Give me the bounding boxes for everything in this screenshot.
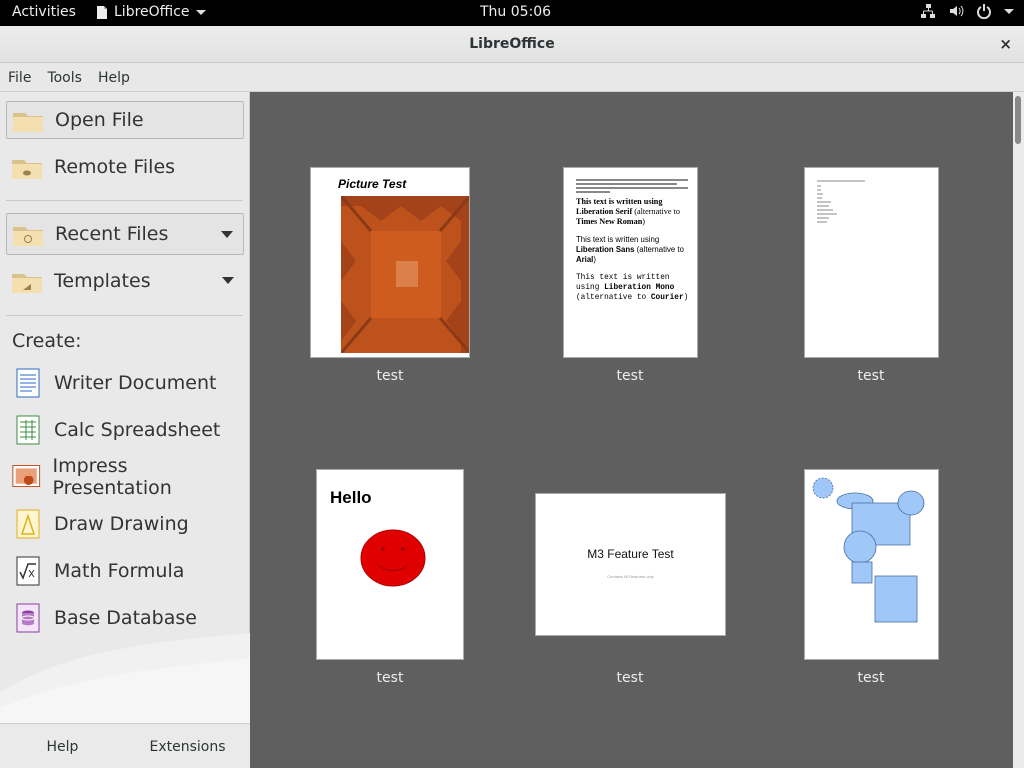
document-icon (97, 5, 107, 19)
chevron-down-icon (1004, 8, 1014, 14)
volume-icon (950, 5, 964, 17)
create-calc-spreadsheet[interactable]: Calc Spreadsheet (6, 409, 244, 451)
divider (6, 200, 243, 201)
recent-document-label[interactable]: test (791, 670, 951, 686)
recent-document-thumbnail[interactable] (804, 167, 939, 358)
open-file-button[interactable]: Open File (6, 101, 244, 139)
recent-document-label[interactable]: test (550, 670, 710, 686)
writer-icon (16, 368, 40, 398)
create-item-label: Math Formula (54, 560, 185, 582)
remote-files-label: Remote Files (54, 156, 176, 178)
preview-title: M3 Feature Test (587, 547, 674, 561)
create-item-label: Base Database (54, 607, 197, 629)
recent-documents-view: Picture Test test This text is written u… (250, 92, 1013, 768)
preview-shapes (812, 477, 925, 623)
remote-files-button[interactable]: Remote Files (6, 146, 244, 188)
close-button[interactable]: × (999, 35, 1012, 53)
app-menu-label: LibreOffice (114, 4, 190, 20)
create-label: Create: (12, 330, 82, 352)
recent-document-thumbnail[interactable]: Hello (316, 469, 464, 660)
recent-document-thumbnail[interactable]: M3 Feature Test Contains M3 features onl… (535, 493, 726, 636)
decorative-wave (0, 633, 250, 723)
create-item-label: Draw Drawing (54, 513, 189, 535)
recent-folder-icon (13, 227, 43, 246)
activities-button[interactable]: Activities (12, 4, 76, 20)
base-icon (16, 603, 40, 633)
recent-document-thumbnail[interactable] (804, 469, 939, 660)
divider (6, 315, 243, 316)
system-menu[interactable] (920, 3, 1014, 19)
clock[interactable]: Thu 05:06 (480, 4, 551, 20)
create-draw-drawing[interactable]: Draw Drawing (6, 503, 244, 545)
window-title: LibreOffice (469, 36, 555, 52)
start-center-sidebar: Open File Remote Files Recent Files Temp… (0, 92, 250, 768)
window-titlebar: LibreOffice × (0, 26, 1024, 63)
recent-document-label[interactable]: test (791, 368, 951, 384)
templates-label: Templates (54, 270, 151, 292)
math-icon (16, 556, 40, 586)
preview-fine-print (576, 179, 688, 193)
draw-icon (16, 509, 40, 539)
preview-title: Hello (330, 488, 372, 507)
create-writer-document[interactable]: Writer Document (6, 362, 244, 404)
menubar: File Tools Help (0, 63, 1024, 92)
menu-file[interactable]: File (0, 63, 39, 91)
preview-title: Picture Test (338, 177, 407, 191)
scrollbar-thumb[interactable] (1015, 96, 1021, 144)
menu-help[interactable]: Help (90, 63, 138, 91)
calc-icon (16, 415, 40, 445)
chevron-down-icon (195, 9, 206, 15)
extensions-button[interactable]: Extensions (125, 724, 250, 768)
preview-tiny-text (817, 180, 865, 223)
preview-subtitle: Contains M3 features only (607, 574, 654, 579)
recent-document-label[interactable]: test (310, 368, 470, 384)
open-file-label: Open File (55, 109, 144, 131)
recent-files-button[interactable]: Recent Files (6, 213, 244, 255)
gnome-top-bar: Activities LibreOffice Thu 05:06 (0, 0, 1024, 26)
folder-icon (13, 113, 43, 132)
create-math-formula[interactable]: Math Formula (6, 550, 244, 592)
dropdown-arrow-icon[interactable] (221, 231, 233, 238)
create-item-label: Impress Presentation (52, 455, 172, 499)
recent-document-thumbnail[interactable]: This text is written using Liberation Se… (563, 167, 698, 358)
dropdown-arrow-icon[interactable] (222, 277, 234, 284)
recent-document-label[interactable]: test (550, 368, 710, 384)
power-icon (977, 4, 991, 19)
templates-button[interactable]: Templates (6, 260, 244, 302)
preview-line-serif: This text is written using Liberation Se… (576, 197, 680, 226)
impress-icon (12, 465, 41, 488)
network-icon (921, 4, 935, 18)
menu-tools[interactable]: Tools (39, 63, 90, 91)
preview-line-sans: This text is written using Liberation Sa… (576, 235, 684, 264)
help-button[interactable]: Help (0, 724, 125, 768)
app-menu[interactable]: LibreOffice (96, 4, 206, 20)
recent-document-thumbnail[interactable]: Picture Test (310, 167, 470, 358)
smiley-shape (360, 529, 426, 587)
vertical-scrollbar[interactable] (1013, 92, 1024, 768)
preview-picture (341, 196, 469, 353)
remote-folder-icon (12, 160, 42, 179)
sidebar-footer: Help Extensions (0, 723, 250, 768)
recent-files-label: Recent Files (55, 223, 169, 245)
create-item-label: Calc Spreadsheet (54, 419, 221, 441)
preview-line-mono: This text is written using Liberation Mo… (576, 274, 689, 302)
create-impress-presentation[interactable]: Impress Presentation (6, 455, 244, 499)
create-item-label: Writer Document (54, 372, 217, 394)
recent-document-label[interactable]: test (310, 670, 470, 686)
templates-folder-icon (12, 274, 42, 293)
preview-body: This text is written using Liberation Se… (576, 197, 696, 303)
